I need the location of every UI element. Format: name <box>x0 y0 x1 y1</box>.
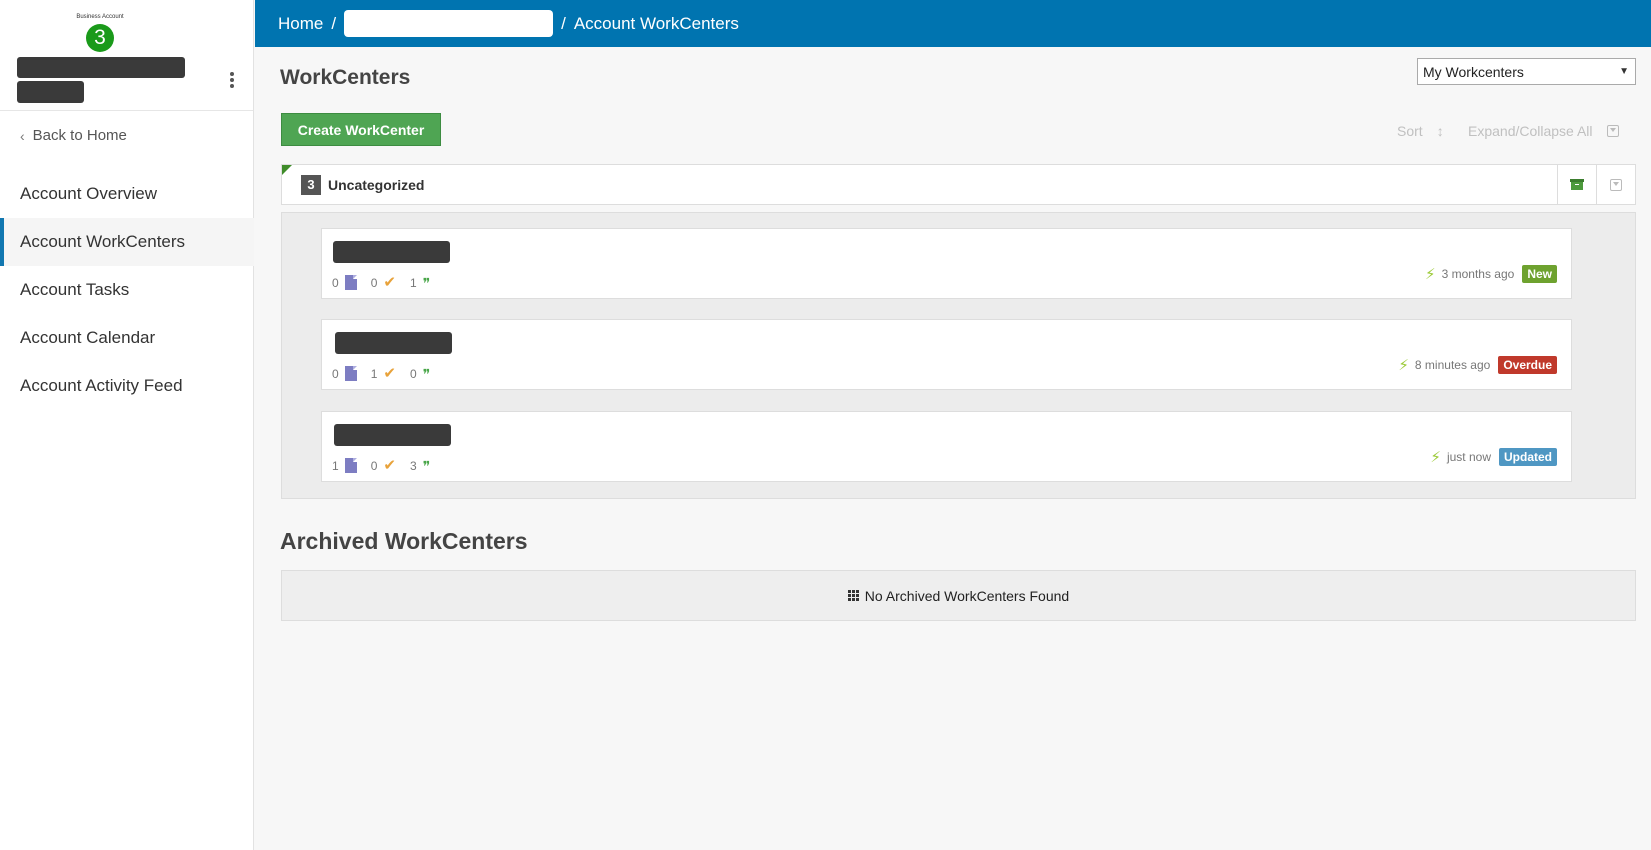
comments-icon: ❞ <box>422 365 431 382</box>
breadcrumb-home[interactable]: Home <box>278 14 323 34</box>
account-name-redacted <box>17 57 185 78</box>
file-count: 0 <box>332 275 357 290</box>
comments-icon: ❞ <box>422 457 431 474</box>
file-count-value: 0 <box>332 366 339 381</box>
workcenter-card[interactable]: 0 1 ✔ 0 ❞ ⚡ 8 minutes ago Overdue <box>321 319 1572 390</box>
status-badge: Overdue <box>1498 356 1557 374</box>
sidebar: Business Account 3 ‹ Back to Home Accoun… <box>0 0 254 850</box>
archive-icon <box>1570 179 1584 190</box>
breadcrumb: Home / / Account WorkCenters <box>255 0 1651 47</box>
archived-empty-message: No Archived WorkCenters Found <box>864 587 1070 604</box>
back-to-home-link[interactable]: ‹ Back to Home <box>20 127 127 144</box>
workcenter-card[interactable]: 1 0 ✔ 3 ❞ ⚡ just now Updated <box>321 411 1572 482</box>
bolt-icon: ⚡ <box>1430 448 1441 466</box>
status-badge: New <box>1522 265 1557 283</box>
sidebar-item-account-workcenters[interactable]: Account WorkCenters <box>0 218 254 266</box>
group-body: 0 0 ✔ 1 ❞ ⚡ 3 months ago New 0 1 ✔ 0 ❞ ⚡… <box>281 212 1636 499</box>
file-count-value: 0 <box>332 275 339 290</box>
comment-count: 1 ❞ <box>410 276 430 290</box>
group-header-uncategorized[interactable]: 3 Uncategorized <box>281 164 1636 205</box>
sidebar-item-account-overview[interactable]: Account Overview <box>0 170 254 218</box>
group-actions <box>1557 165 1635 204</box>
task-count: 0 ✔ <box>371 458 396 473</box>
breadcrumb-current: Account WorkCenters <box>573 13 739 33</box>
sort-icon: ↕ <box>1436 123 1444 139</box>
workcenter-name-redacted[interactable] <box>333 241 450 263</box>
sidebar-item-account-activity-feed[interactable]: Account Activity Feed <box>0 362 254 410</box>
more-vertical-icon[interactable] <box>226 70 238 90</box>
comment-count-value: 1 <box>409 275 417 290</box>
file-count: 1 <box>332 458 357 473</box>
expand-collapse-all-button[interactable]: Expand/Collapse All <box>1468 123 1619 139</box>
file-icon <box>344 275 357 290</box>
group-name: Uncategorized <box>328 176 425 193</box>
expand-collapse-label: Expand/Collapse All <box>1468 123 1593 139</box>
file-count-value: 1 <box>332 458 339 473</box>
comment-count: 0 ❞ <box>410 367 430 381</box>
archived-empty-state: No Archived WorkCenters Found <box>281 570 1636 621</box>
grid-icon <box>847 590 859 601</box>
sidebar-item-account-calendar[interactable]: Account Calendar <box>0 314 254 362</box>
brand-badge: 3 <box>86 24 114 52</box>
sidebar-nav: Account Overview Account WorkCenters Acc… <box>0 170 254 410</box>
group-count-badge: 3 <box>301 174 321 195</box>
workcenter-name-redacted[interactable] <box>334 424 451 446</box>
task-count-value: 0 <box>370 275 378 290</box>
breadcrumb-separator: / <box>331 13 337 33</box>
group-corner-marker <box>282 165 292 175</box>
back-to-home-label: Back to Home <box>32 127 127 144</box>
workcenter-meta: ⚡ just now Updated <box>1430 448 1557 466</box>
last-activity-time: 8 minutes ago <box>1414 358 1491 372</box>
file-icon <box>344 366 357 381</box>
check-icon: ✔ <box>383 274 396 291</box>
check-icon: ✔ <box>383 457 396 474</box>
workcenter-name-redacted[interactable] <box>335 332 452 354</box>
task-count: 0 ✔ <box>371 275 396 290</box>
last-activity-time: just now <box>1446 450 1491 464</box>
file-icon <box>344 458 357 473</box>
chevron-left-icon: ‹ <box>20 127 25 144</box>
workcenter-card[interactable]: 0 0 ✔ 1 ❞ ⚡ 3 months ago New <box>321 228 1572 299</box>
file-count: 0 <box>332 366 357 381</box>
chevron-down-icon: ▼ <box>1619 66 1629 77</box>
sort-button[interactable]: Sort ↕ <box>1397 123 1444 139</box>
task-count-value: 0 <box>370 458 378 473</box>
bolt-icon: ⚡ <box>1398 356 1409 374</box>
comments-icon: ❞ <box>422 274 431 291</box>
breadcrumb-separator: / <box>561 13 566 33</box>
comment-count-value: 0 <box>409 366 417 381</box>
account-header: Business Account 3 <box>0 0 253 111</box>
bolt-icon: ⚡ <box>1425 265 1436 283</box>
workcenter-meta: ⚡ 3 months ago New <box>1425 265 1557 283</box>
workcenter-stats: 0 0 ✔ 1 ❞ <box>332 275 444 290</box>
check-icon: ✔ <box>383 365 396 382</box>
comment-count: 3 ❞ <box>410 459 430 473</box>
sidebar-item-account-tasks[interactable]: Account Tasks <box>0 266 254 314</box>
collapse-group-button[interactable] <box>1596 165 1635 204</box>
page-title: WorkCenters <box>280 66 411 89</box>
status-badge: Updated <box>1499 448 1557 466</box>
task-count: 1 ✔ <box>371 366 396 381</box>
workcenter-stats: 0 1 ✔ 0 ❞ <box>332 366 444 381</box>
task-count-value: 1 <box>370 366 378 381</box>
comment-count-value: 3 <box>409 458 417 473</box>
account-subname-redacted <box>17 81 84 103</box>
workcenter-filter-value: My Workcenters <box>1423 63 1524 80</box>
workcenter-stats: 1 0 ✔ 3 ❞ <box>332 458 444 473</box>
sort-label: Sort <box>1397 123 1423 139</box>
create-workcenter-button[interactable]: Create WorkCenter <box>281 113 441 146</box>
collapse-icon <box>1610 178 1622 191</box>
brand-caption: Business Account <box>76 14 124 20</box>
workcenter-filter-select[interactable]: My Workcenters ▼ <box>1417 58 1636 85</box>
archive-group-button[interactable] <box>1557 165 1596 204</box>
workcenter-meta: ⚡ 8 minutes ago Overdue <box>1398 356 1557 374</box>
collapse-icon <box>1606 125 1619 137</box>
last-activity-time: 3 months ago <box>1441 267 1515 281</box>
breadcrumb-account-redacted[interactable] <box>344 10 554 37</box>
archived-section-title: Archived WorkCenters <box>280 528 528 554</box>
